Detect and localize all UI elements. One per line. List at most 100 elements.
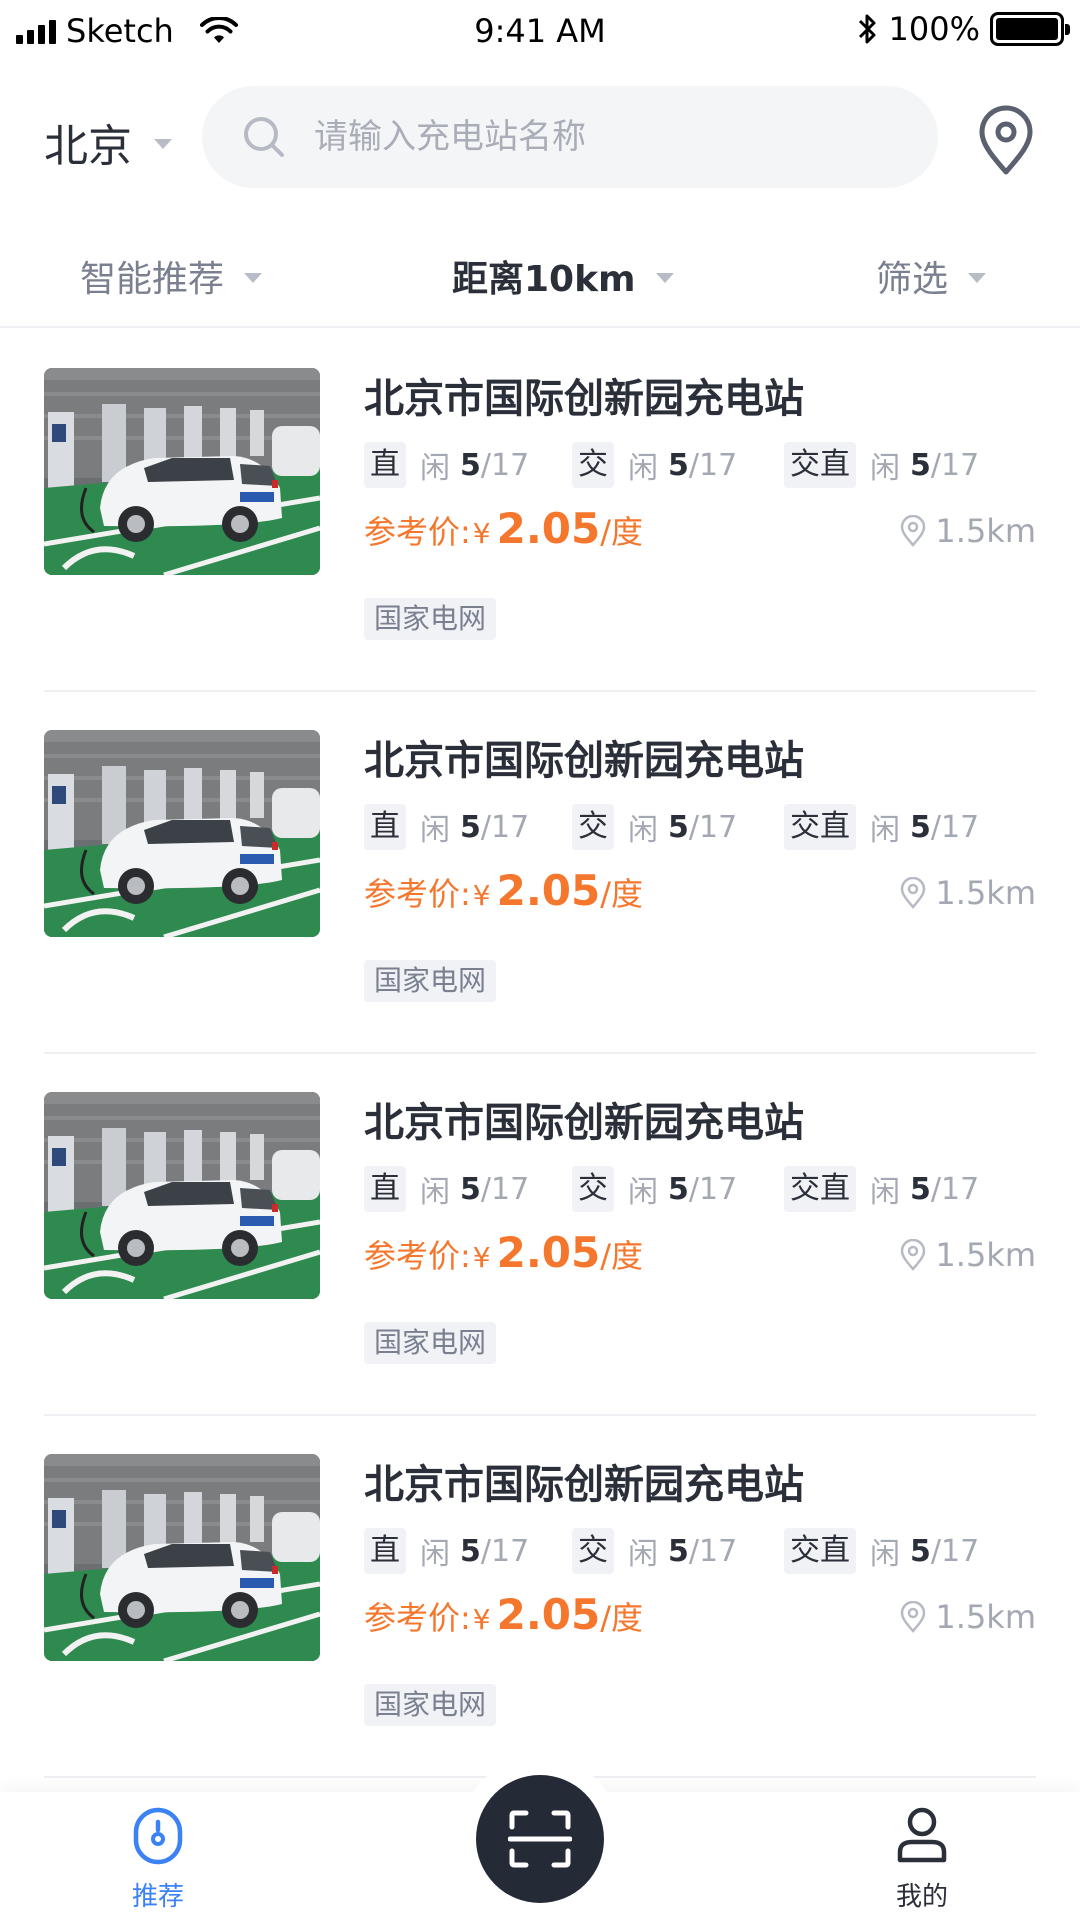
total-count: /17 (480, 447, 530, 483)
price-value: 2.05 (496, 866, 601, 915)
distance: 1.5km (899, 1236, 1036, 1274)
station-name: 北京市国际创新园充电站 (364, 738, 804, 784)
free-count: 5 (460, 1533, 481, 1569)
price-unit: /度 (600, 1237, 644, 1275)
location-pin-icon[interactable] (974, 104, 1038, 176)
city-label: 北京 (44, 121, 132, 172)
tab-recommend[interactable]: 推荐 (88, 1806, 228, 1913)
idle-label: 闲 (420, 451, 450, 486)
filter-recommend[interactable]: 智能推荐 (80, 250, 263, 302)
search-input[interactable] (314, 117, 914, 157)
charger-type-tag: 交直 (784, 1166, 856, 1212)
charger-type-tag: 直 (364, 1166, 406, 1212)
reference-price: 参考价: ¥ 2.05 /度 (364, 504, 643, 553)
charger-type-tag: 交直 (784, 804, 856, 850)
station-card[interactable]: 北京市国际创新园充电站 直 闲 5/17 交 闲 5/17 交直 闲 5/17 … (0, 1054, 1080, 1416)
search-bar[interactable] (202, 86, 938, 188)
filter-bar: 智能推荐 距离10km 筛选 (0, 236, 1080, 328)
city-selector[interactable]: 北京 (44, 110, 172, 174)
price-currency: ¥ (472, 1603, 491, 1636)
station-photo (44, 368, 320, 575)
battery-percent: 100% (888, 10, 980, 48)
filter-screen[interactable]: 筛选 (876, 250, 987, 302)
reference-price: 参考价: ¥ 2.05 /度 (364, 866, 643, 915)
free-count: 5 (668, 1171, 689, 1207)
station-card[interactable]: 北京市国际创新园充电站 直 闲 5/17 交 闲 5/17 交直 闲 5/17 … (0, 1416, 1080, 1778)
charger-type-tag: 交 (572, 1528, 614, 1574)
distance-value: 1.5km (935, 512, 1036, 550)
station-name: 北京市国际创新园充电站 (364, 1462, 804, 1508)
total-count: /17 (688, 1171, 738, 1207)
operator-tag: 国家电网 (364, 960, 497, 1002)
station-card[interactable]: 北京市国际创新园充电站 直 闲 5/17 交 闲 5/17 交直 闲 5/17 … (0, 330, 1080, 692)
charger-acdc: 交直 闲 5/17 (784, 1166, 979, 1212)
filter-label: 筛选 (876, 259, 949, 300)
location-pin-icon (901, 515, 926, 547)
free-count: 5 (668, 809, 689, 845)
charger-acdc: 交直 闲 5/17 (784, 1528, 979, 1574)
free-count: 5 (910, 809, 931, 845)
price-currency: ¥ (472, 1241, 491, 1274)
scan-button[interactable] (476, 1775, 604, 1903)
idle-label: 闲 (628, 813, 658, 848)
charger-availability: 直 闲 5/17 交 闲 5/17 交直 闲 5/17 (364, 1166, 1044, 1212)
filter-distance[interactable]: 距离10km (452, 250, 674, 302)
free-count: 5 (460, 447, 481, 483)
charger-type-tag: 直 (364, 442, 406, 488)
charger-type-tag: 交 (572, 1166, 614, 1212)
bluetooth-icon (858, 14, 876, 44)
price-unit: /度 (600, 875, 644, 913)
idle-label: 闲 (870, 1175, 900, 1210)
free-count: 5 (910, 1533, 931, 1569)
total-count: /17 (930, 1533, 980, 1569)
distance-value: 1.5km (935, 1598, 1036, 1636)
location-pin-icon (901, 1239, 926, 1271)
idle-label: 闲 (628, 1537, 658, 1572)
tab-label: 推荐 (131, 1882, 184, 1912)
station-card[interactable]: 北京市国际创新园充电站 直 闲 5/17 交 闲 5/17 交直 闲 5/17 … (0, 692, 1080, 1054)
free-count: 5 (460, 809, 481, 845)
station-photo (44, 1454, 320, 1661)
price-value: 2.05 (496, 1228, 601, 1277)
total-count: /17 (480, 1171, 530, 1207)
battery-icon (990, 12, 1070, 46)
charger-type-tag: 交直 (784, 442, 856, 488)
idle-label: 闲 (628, 451, 658, 486)
total-count: /17 (688, 447, 738, 483)
charger-dc: 直 闲 5/17 (364, 1166, 529, 1212)
profile-icon (897, 1807, 947, 1863)
charger-ac: 交 闲 5/17 (572, 804, 737, 850)
location-pin-icon (901, 877, 926, 909)
total-count: /17 (688, 809, 738, 845)
filter-label: 距离10km (452, 259, 636, 300)
idle-label: 闲 (420, 1175, 450, 1210)
search-icon (244, 117, 284, 157)
free-count: 5 (460, 1171, 481, 1207)
price-currency: ¥ (472, 879, 491, 912)
free-count: 5 (668, 447, 689, 483)
price-label: 参考价: (364, 1599, 471, 1637)
free-count: 5 (910, 447, 931, 483)
charger-type-tag: 直 (364, 1528, 406, 1574)
recommend-icon (133, 1807, 183, 1865)
price-value: 2.05 (496, 1590, 601, 1639)
tab-mine[interactable]: 我的 (852, 1806, 992, 1913)
idle-label: 闲 (420, 813, 450, 848)
total-count: /17 (930, 447, 980, 483)
charger-type-tag: 交直 (784, 1528, 856, 1574)
charger-type-tag: 交 (572, 804, 614, 850)
distance: 1.5km (899, 1598, 1036, 1636)
charger-ac: 交 闲 5/17 (572, 1528, 737, 1574)
chevron-down-icon (154, 139, 172, 149)
chevron-down-icon (655, 273, 674, 283)
scan-icon (508, 1810, 572, 1868)
price-label: 参考价: (364, 1237, 471, 1275)
tab-label: 我的 (895, 1882, 948, 1912)
charger-dc: 直 闲 5/17 (364, 1528, 529, 1574)
charger-acdc: 交直 闲 5/17 (784, 804, 979, 850)
charger-acdc: 交直 闲 5/17 (784, 442, 979, 488)
idle-label: 闲 (628, 1175, 658, 1210)
distance: 1.5km (899, 874, 1036, 912)
status-right: 100% (857, 10, 1070, 48)
price-currency: ¥ (472, 517, 491, 550)
